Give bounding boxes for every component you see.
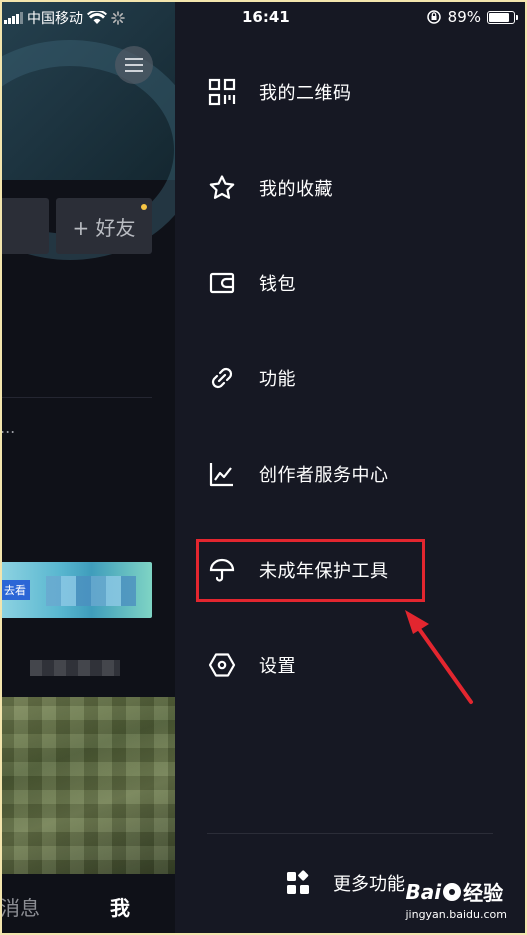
wallet-icon bbox=[207, 268, 237, 298]
battery-percent: 89% bbox=[447, 8, 481, 26]
menu-button[interactable] bbox=[115, 46, 153, 84]
more-features-button[interactable]: 更多功能 bbox=[285, 870, 405, 896]
carrier-label: 中国移动 bbox=[27, 11, 83, 27]
qr-code-icon bbox=[207, 77, 237, 107]
notification-dot bbox=[141, 204, 147, 210]
link-icon bbox=[207, 363, 237, 393]
drawer-item-label: 钱包 bbox=[259, 274, 296, 295]
add-friend-button[interactable]: + 好友 bbox=[56, 198, 152, 254]
more-features-label: 更多功能 bbox=[333, 874, 405, 895]
drawer-item-creator-center[interactable]: 创作者服务中心 bbox=[207, 454, 389, 494]
drawer-item-settings[interactable]: 设置 bbox=[207, 645, 296, 685]
wifi-icon bbox=[87, 11, 107, 24]
watermark-url: jingyan.baidu.com bbox=[405, 908, 507, 921]
video-thumbnail[interactable] bbox=[0, 697, 175, 874]
watermark-brand-suffix: 经验 bbox=[463, 881, 504, 905]
mosaic-blur bbox=[46, 576, 136, 606]
chart-icon bbox=[207, 459, 237, 489]
drawer-item-label: 功能 bbox=[259, 369, 296, 390]
highlight-box bbox=[196, 539, 425, 602]
grid-icon bbox=[285, 870, 311, 896]
drawer-item-favorites[interactable]: 我的收藏 bbox=[207, 168, 333, 208]
status-left: 中国移动 bbox=[4, 8, 125, 28]
paw-icon bbox=[443, 882, 462, 901]
orientation-lock-icon bbox=[426, 10, 441, 24]
baidu-watermark: Bai 经验 jingyan.baidu.com bbox=[405, 877, 507, 922]
divider bbox=[0, 397, 152, 398]
watermark-brand: Bai bbox=[405, 879, 442, 904]
drawer-item-label: 设置 bbox=[259, 656, 296, 677]
battery-fill bbox=[489, 12, 509, 22]
drawer-item-label: 我的收藏 bbox=[259, 179, 333, 200]
loading-spinner-icon bbox=[111, 11, 125, 25]
hexagon-settings-icon bbox=[207, 650, 237, 680]
promo-banner[interactable]: 去看 bbox=[0, 562, 152, 618]
drawer-item-label: 创作者服务中心 bbox=[259, 465, 389, 486]
add-friend-label: + 好友 bbox=[72, 215, 136, 240]
banner-tag: 去看 bbox=[0, 580, 30, 600]
drawer-item-features[interactable]: 功能 bbox=[207, 358, 296, 398]
drawer-item-label: 我的二维码 bbox=[259, 83, 352, 104]
clock: 16:41 bbox=[242, 8, 290, 26]
drawer-item-qr-code[interactable]: 我的二维码 bbox=[207, 72, 352, 112]
tab-me[interactable]: 我 bbox=[110, 892, 130, 921]
signal-icon bbox=[4, 12, 23, 24]
tab-messages[interactable]: 消息 bbox=[0, 892, 40, 921]
profile-page-background: + 好友 ... 去看 消息 我 bbox=[0, 0, 175, 935]
mosaic-blur bbox=[30, 660, 120, 676]
battery-icon bbox=[487, 10, 518, 24]
edit-profile-button[interactable] bbox=[0, 198, 49, 254]
side-drawer: 我的二维码 我的收藏 钱包 功能 创作者服务中心 未成年保护工具 设置 更多功能 bbox=[175, 0, 527, 935]
status-bar: 中国移动 16:41 89% bbox=[0, 0, 527, 36]
annotation-arrow bbox=[405, 610, 473, 704]
drawer-divider bbox=[207, 833, 493, 834]
drawer-item-wallet[interactable]: 钱包 bbox=[207, 263, 296, 303]
truncated-text: ... bbox=[0, 418, 16, 437]
star-icon bbox=[207, 173, 237, 203]
status-right: 89% bbox=[426, 8, 518, 26]
